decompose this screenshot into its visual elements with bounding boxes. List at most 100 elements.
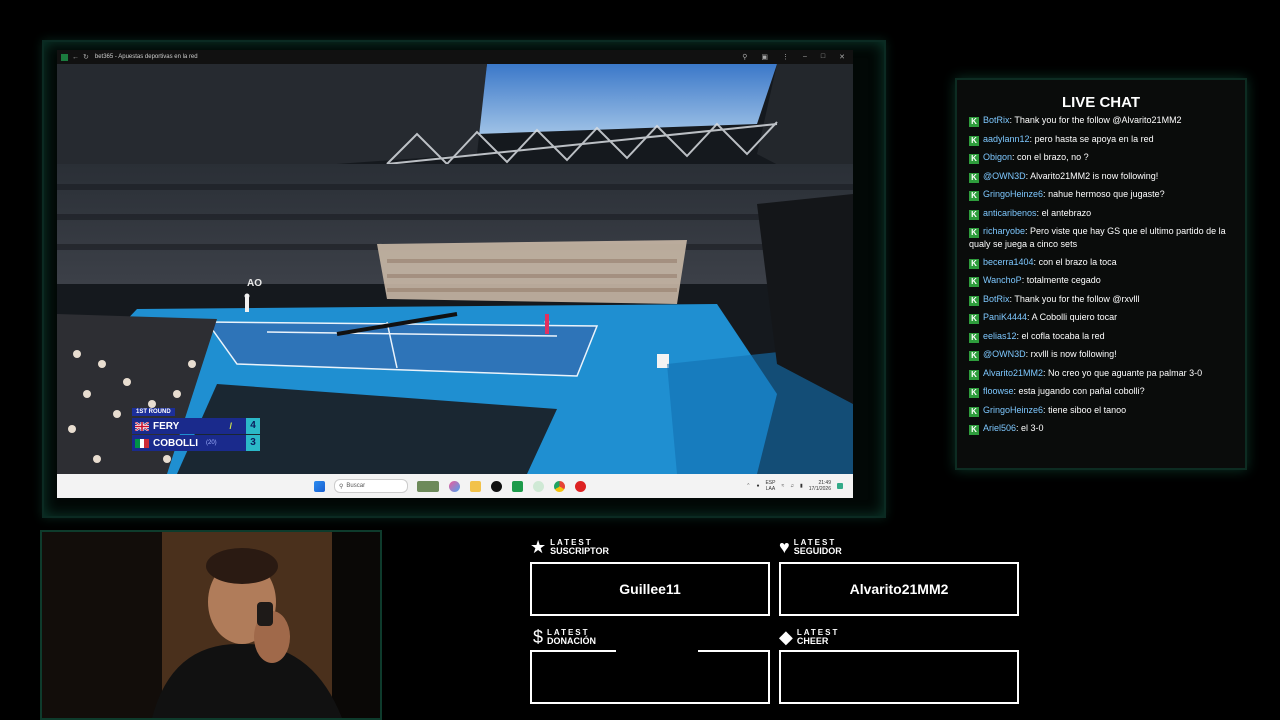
kick-badge-icon: K bbox=[969, 277, 979, 287]
latest-cheer-label: ◆ LATEST CHEER bbox=[779, 627, 840, 647]
chat-text: rxvlll is now following! bbox=[1030, 349, 1117, 359]
chat-username[interactable]: @OWN3D bbox=[983, 171, 1026, 181]
chat-message: Kbecerra1404: con el brazo la toca bbox=[969, 256, 1231, 269]
bet365-favicon-icon bbox=[61, 53, 68, 61]
chat-username[interactable]: becerra1404 bbox=[983, 257, 1034, 267]
reload-icon[interactable]: ↻ bbox=[83, 53, 89, 61]
menu-dots-icon[interactable]: ⋮ bbox=[782, 53, 789, 61]
chat-message: K PaniK4444: A Cobolli quiero tocar bbox=[969, 311, 1231, 324]
chat-message: K BotRix: Thank you for the follow @rxvll… bbox=[969, 293, 1231, 306]
kick-badge-icon: K bbox=[969, 209, 979, 220]
chat-username[interactable]: BotRix bbox=[983, 115, 1010, 125]
kick-badge-icon: K bbox=[969, 332, 979, 343]
chat-message: Kricharyobe: Pero viste que hay GS que e… bbox=[969, 226, 1226, 249]
minimize-icon[interactable]: – bbox=[803, 53, 807, 61]
latest-follower-label: ♥ LATEST SEGUIDOR bbox=[779, 537, 842, 557]
chat-username[interactable]: eelias12 bbox=[983, 331, 1017, 341]
kick-badge-icon: K bbox=[969, 135, 979, 146]
chat-message: K Obigon: con el brazo, no ? bbox=[969, 151, 1231, 164]
taskbar-search-input[interactable]: ⚲ Buscar bbox=[334, 479, 408, 493]
chat-username[interactable]: floowse bbox=[983, 386, 1014, 396]
green-app-icon[interactable] bbox=[512, 480, 523, 492]
round-label: 1ST ROUND bbox=[132, 408, 175, 416]
search-placeholder: Buscar bbox=[346, 483, 366, 489]
notification-icon[interactable] bbox=[837, 483, 843, 489]
language-indicator[interactable]: ESP LAA bbox=[765, 480, 775, 492]
windows-start-icon[interactable] bbox=[314, 480, 325, 492]
kick-badge-icon: K bbox=[969, 388, 979, 398]
maximize-icon[interactable]: □ bbox=[821, 53, 825, 61]
chat-message: Keelias12: el cofla tocaba la red bbox=[969, 330, 1231, 343]
kick-badge-icon: K bbox=[969, 258, 979, 269]
chat-text: nahue hermoso que jugaste? bbox=[1048, 189, 1165, 199]
chat-username[interactable]: Ariel506 bbox=[983, 423, 1016, 433]
chat-username[interactable]: GringoHeinze6 bbox=[983, 189, 1043, 199]
chat-message: K WanchoP: totalmente cegado bbox=[969, 274, 1231, 287]
chat-username[interactable]: Alvarito21MM2 bbox=[983, 368, 1043, 378]
scoreboard-row-player-2: COBOLLI (20) 3 bbox=[132, 435, 260, 451]
extensions-icon[interactable]: ▣ bbox=[761, 53, 768, 61]
latest-subscriber-value: Guillee11 bbox=[619, 581, 681, 597]
latest-follower-value: Alvarito21MM2 bbox=[849, 581, 949, 597]
heart-icon: ♥ bbox=[779, 537, 790, 557]
chat-text: el 3-0 bbox=[1021, 423, 1044, 433]
player-2-score: 3 bbox=[246, 435, 260, 451]
close-icon[interactable]: ✕ bbox=[839, 53, 845, 61]
chat-text: totalmente cegado bbox=[1026, 275, 1101, 285]
search-icon: ⚲ bbox=[339, 483, 344, 490]
streamer-webcam-image bbox=[42, 532, 380, 718]
widgets-icon[interactable] bbox=[417, 480, 439, 492]
chat-text: A Cobolli quiero tocar bbox=[1031, 312, 1118, 322]
chat-username[interactable]: richaryobe bbox=[983, 226, 1025, 236]
chat-username[interactable]: @OWN3D bbox=[983, 349, 1026, 359]
kick-badge-icon: K bbox=[969, 172, 979, 183]
serve-indicator-icon: / bbox=[229, 421, 232, 431]
player-2-name: COBOLLI bbox=[153, 437, 198, 449]
kick-badge-icon: K bbox=[969, 191, 979, 201]
uk-flag-icon bbox=[135, 421, 149, 431]
chat-message-list[interactable]: K BotRix: Thank you for the follow @Alvar… bbox=[969, 114, 1231, 454]
webcam-feed bbox=[40, 530, 382, 720]
chat-text: pero hasta se apoya en la red bbox=[1034, 133, 1154, 144]
chat-text: esta jugando con pañal cobolli? bbox=[1018, 386, 1145, 396]
windows-taskbar: ⚲ Buscar ⌃ ● ESP LAA ≈ ♫ ▮ 21:49 17/1/20… bbox=[57, 474, 853, 498]
diamond-icon: ◆ bbox=[779, 627, 793, 647]
chat-username[interactable]: Obigon bbox=[983, 152, 1012, 162]
chat-message: K GringoHeinze6: tiene siboo el tanoo bbox=[969, 404, 1231, 417]
microphone-icon[interactable]: ● bbox=[756, 483, 759, 489]
tiktok-icon[interactable] bbox=[491, 480, 502, 492]
player-1-name: FERY bbox=[153, 420, 180, 432]
chat-text: tiene siboo el tanoo bbox=[1048, 404, 1127, 415]
battery-icon[interactable]: ▮ bbox=[800, 483, 803, 489]
latest-donation-box bbox=[530, 650, 770, 704]
chrome-icon[interactable] bbox=[554, 480, 565, 492]
volume-icon[interactable]: ♫ bbox=[790, 483, 794, 489]
copilot-icon[interactable] bbox=[449, 480, 460, 492]
kick-badge-icon: K bbox=[969, 295, 979, 306]
clock[interactable]: 21:49 17/1/2026 bbox=[809, 480, 831, 492]
chevron-up-icon[interactable]: ⌃ bbox=[746, 483, 750, 489]
back-arrow-icon[interactable]: ← bbox=[72, 54, 79, 61]
live-chat-title: LIVE CHAT bbox=[1061, 94, 1141, 111]
chat-username[interactable]: BotRix bbox=[983, 294, 1010, 304]
kick-badge-icon: K bbox=[969, 425, 979, 435]
svg-text:AO: AO bbox=[247, 278, 262, 289]
kick-badge-icon: K bbox=[969, 369, 979, 380]
chat-username[interactable]: PaniK4444 bbox=[983, 312, 1027, 322]
file-explorer-icon[interactable] bbox=[470, 480, 481, 492]
zoom-icon[interactable]: ⚲ bbox=[742, 53, 747, 61]
player-1-score: 4 bbox=[246, 418, 260, 434]
latest-cheer-box bbox=[779, 650, 1019, 704]
chat-text: No creo yo que aguante pa palmar 3-0 bbox=[1048, 367, 1203, 378]
chat-username[interactable]: WanchoP bbox=[983, 275, 1022, 285]
latest-follower-box: Alvarito21MM2 bbox=[779, 562, 1019, 616]
chat-username[interactable]: GringoHeinze6 bbox=[983, 405, 1043, 415]
player-2-seed: (20) bbox=[206, 440, 217, 446]
chat-username[interactable]: aadylann12 bbox=[983, 134, 1030, 144]
chat-text: con el brazo la toca bbox=[1038, 256, 1117, 267]
wifi-icon[interactable]: ≈ bbox=[781, 483, 784, 489]
chat-text: con el brazo, no ? bbox=[1017, 152, 1089, 162]
whatsapp-icon[interactable] bbox=[533, 480, 544, 492]
chat-username[interactable]: anticaribenos bbox=[983, 208, 1037, 218]
red-app-icon[interactable] bbox=[575, 480, 586, 492]
